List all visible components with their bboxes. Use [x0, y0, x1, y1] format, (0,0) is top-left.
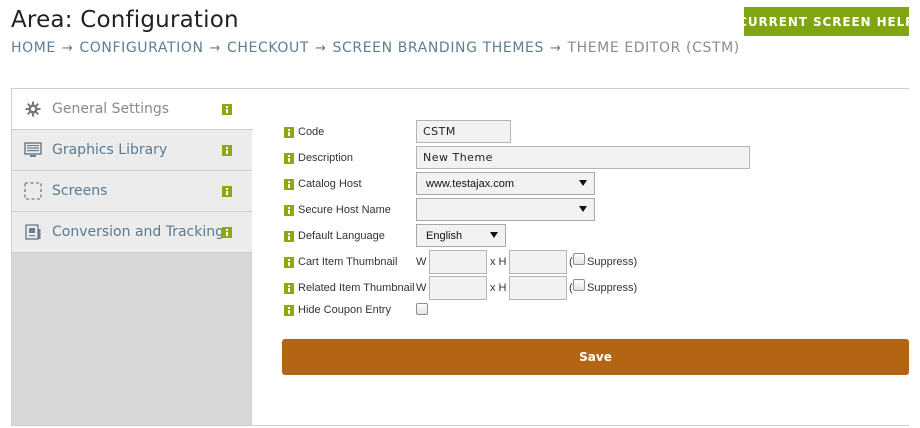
description-label: Description: [298, 152, 354, 164]
default-language-select[interactable]: English: [416, 224, 506, 247]
breadcrumb-configuration[interactable]: CONFIGURATION: [79, 40, 203, 56]
chevron-down-icon: [579, 180, 587, 186]
info-icon[interactable]: [284, 282, 294, 294]
related-thumbnail-suppress-checkbox[interactable]: [573, 279, 585, 291]
breadcrumb-screen-branding-themes[interactable]: SCREEN BRANDING THEMES: [333, 40, 544, 56]
cart-thumbnail-suppress-label: Suppress): [587, 256, 638, 268]
breadcrumb-checkout[interactable]: CHECKOUT: [227, 40, 309, 56]
cart-item-thumbnail-label: Cart Item Thumbnail: [298, 256, 398, 268]
breadcrumb-separator: →: [549, 41, 562, 56]
form-row-default-language: Default Language: [284, 225, 385, 247]
sidebar-item-label: Graphics Library: [52, 142, 168, 158]
info-icon[interactable]: [284, 126, 294, 138]
info-icon[interactable]: [222, 104, 232, 115]
secure-host-name-label: Secure Host Name: [298, 204, 391, 216]
save-button[interactable]: Save: [282, 339, 909, 375]
catalog-host-label: Catalog Host: [298, 178, 362, 190]
chevron-down-icon: [579, 206, 587, 212]
related-thumbnail-width-label: W: [416, 282, 427, 294]
gear-icon: [24, 100, 42, 118]
page-title: Area: Configuration: [11, 7, 239, 33]
catalog-host-selected-value: www.testajax.com: [426, 177, 515, 190]
sidebar-item-screens[interactable]: Screens: [12, 171, 252, 212]
chart-document-icon: [24, 223, 42, 241]
related-thumbnail-suppress-label: Suppress): [587, 282, 638, 294]
form-row-related-item-thumbnail: Related Item Thumbnail: [284, 277, 415, 299]
form-row-secure-host-name: Secure Host Name: [284, 199, 391, 221]
default-language-label: Default Language: [298, 230, 385, 242]
current-screen-help-button[interactable]: CURRENT SCREEN HELP: [738, 7, 914, 36]
info-icon[interactable]: [284, 230, 294, 242]
content-frame: General Settings Graphics Library Screen…: [11, 88, 909, 426]
dashed-box-icon: [24, 182, 42, 200]
breadcrumb-current: THEME EDITOR (CSTM): [567, 40, 740, 56]
related-thumbnail-width-input[interactable]: [429, 276, 487, 300]
sidebar-item-label: Screens: [52, 183, 108, 199]
hide-coupon-entry-checkbox[interactable]: [416, 303, 428, 315]
code-input[interactable]: CSTM: [416, 120, 511, 143]
breadcrumb-separator: →: [209, 41, 222, 56]
info-icon[interactable]: [284, 304, 294, 316]
cart-thumbnail-width-label: W: [416, 256, 427, 268]
related-item-thumbnail-label: Related Item Thumbnail: [298, 282, 415, 294]
breadcrumb-separator: →: [315, 41, 327, 56]
sidebar-item-conversion-and-tracking[interactable]: Conversion and Tracking: [12, 212, 252, 253]
form-row-hide-coupon-entry: Hide Coupon Entry: [284, 299, 391, 321]
info-icon[interactable]: [284, 178, 294, 190]
sidebar: General Settings Graphics Library Screen…: [11, 89, 253, 425]
info-icon[interactable]: [284, 256, 294, 268]
sidebar-item-graphics-library[interactable]: Graphics Library: [12, 130, 252, 171]
description-input[interactable]: New Theme: [416, 146, 750, 169]
catalog-host-select[interactable]: www.testajax.com: [416, 172, 595, 195]
form-row-code: Code: [284, 121, 324, 143]
cart-thumbnail-height-label: x H: [490, 256, 507, 268]
info-icon[interactable]: [222, 227, 232, 238]
info-icon[interactable]: [222, 186, 232, 197]
form-row-catalog-host: Catalog Host: [284, 173, 362, 195]
secure-host-name-select[interactable]: [416, 198, 595, 221]
breadcrumb-home[interactable]: HOME: [11, 40, 56, 56]
breadcrumb: HOME → CONFIGURATION → CHECKOUT → SCREEN BRAND…: [11, 40, 740, 56]
sidebar-item-label: General Settings: [52, 101, 170, 117]
cart-thumbnail-suppress-checkbox[interactable]: [573, 253, 585, 265]
chevron-down-icon: [490, 232, 498, 238]
code-label: Code: [298, 126, 325, 138]
cart-thumbnail-width-input[interactable]: [429, 250, 487, 274]
hide-coupon-entry-label: Hide Coupon Entry: [298, 304, 391, 316]
sidebar-item-general-settings[interactable]: General Settings: [12, 89, 253, 130]
breadcrumb-separator: →: [61, 41, 74, 56]
related-thumbnail-height-input[interactable]: [509, 276, 567, 300]
info-icon[interactable]: [284, 204, 294, 216]
sidebar-item-label: Conversion and Tracking: [52, 224, 225, 240]
info-icon[interactable]: [284, 152, 294, 164]
monitor-icon: [24, 141, 42, 159]
form-row-description: Description: [284, 147, 353, 169]
form-row-cart-item-thumbnail: Cart Item Thumbnail: [284, 251, 397, 273]
default-language-selected-value: English: [426, 229, 463, 242]
related-thumbnail-height-label: x H: [490, 282, 507, 294]
info-icon[interactable]: [222, 145, 232, 156]
cart-thumbnail-height-input[interactable]: [509, 250, 567, 274]
